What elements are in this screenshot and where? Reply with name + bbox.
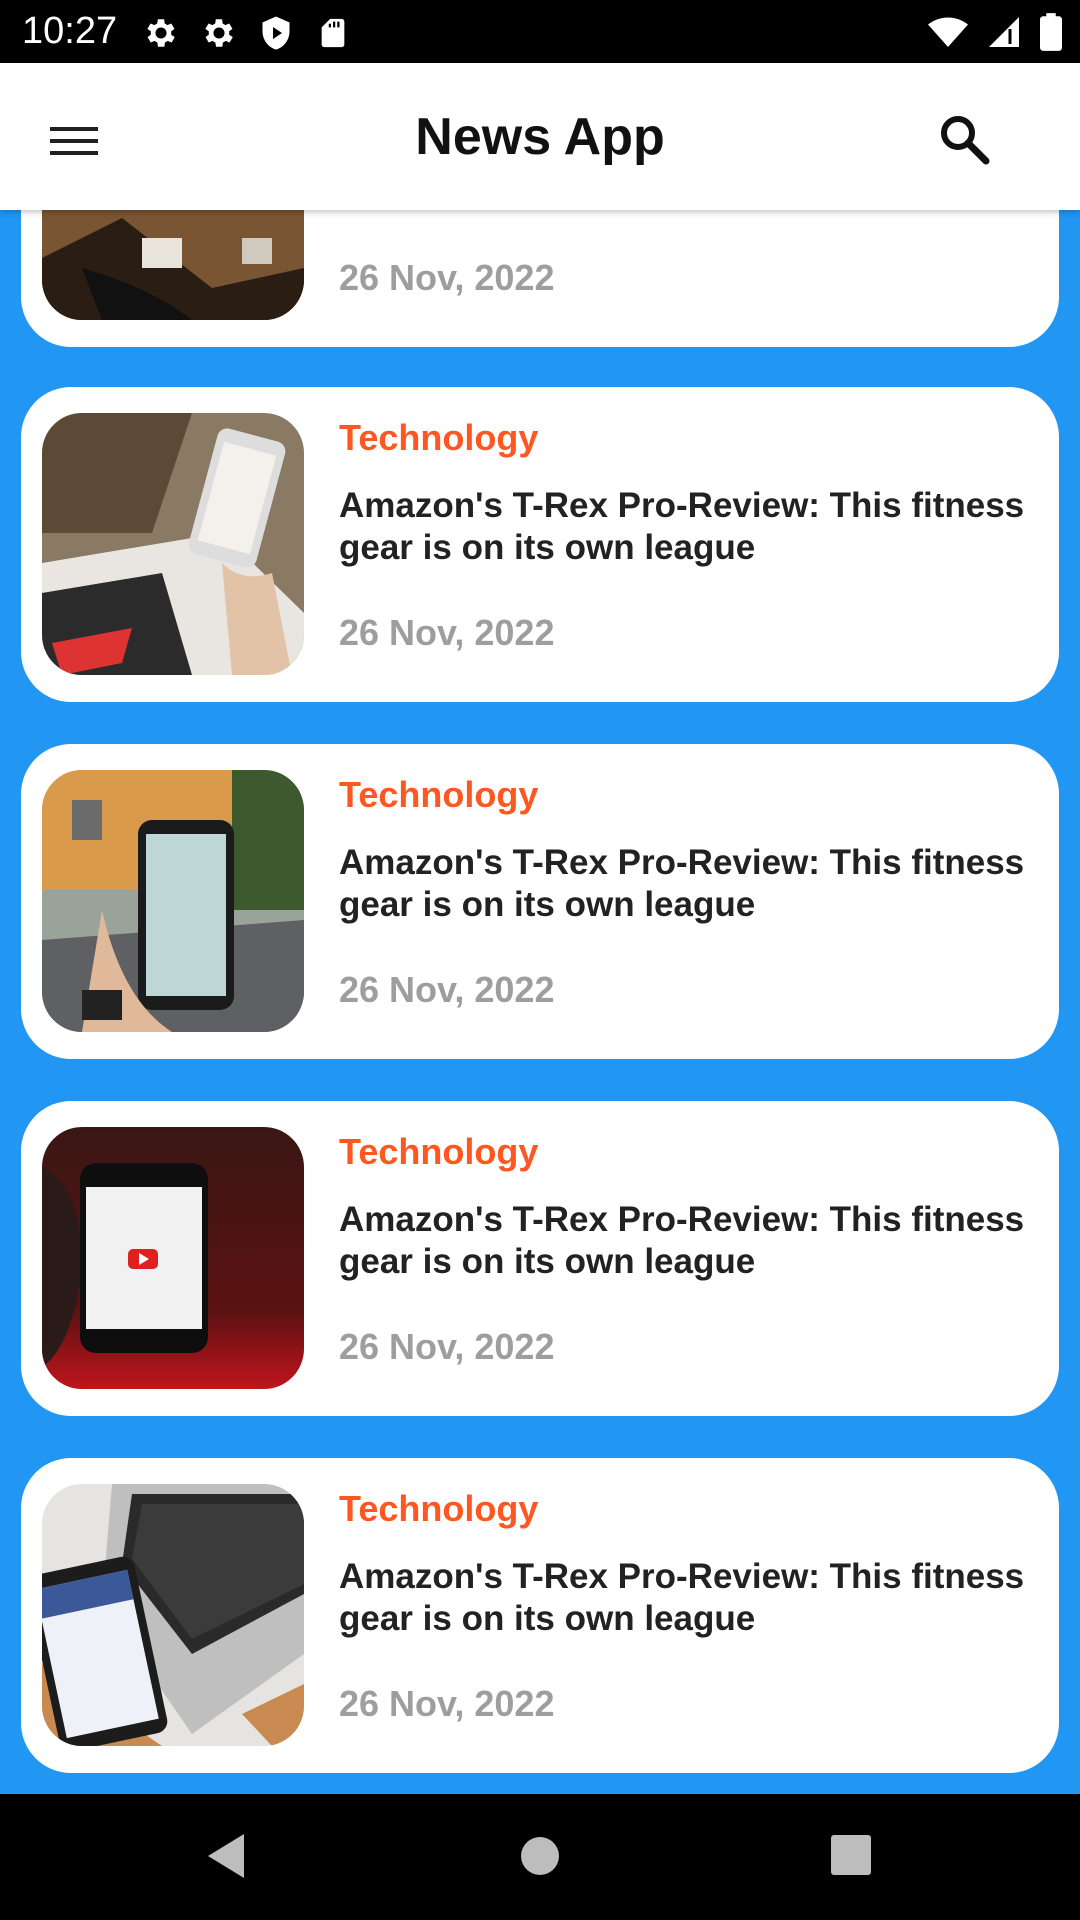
- gear-icon: [142, 14, 180, 50]
- battery-icon: [1040, 12, 1062, 57]
- article-date: 26 Nov, 2022: [339, 257, 555, 298]
- article-date: 26 Nov, 2022: [339, 612, 555, 653]
- article-title: Amazon's T-Rex Pro-Review: This fitness …: [339, 843, 1025, 924]
- recents-button[interactable]: [820, 1824, 884, 1888]
- sd-card-icon: [316, 14, 354, 50]
- article-thumbnail: [42, 413, 304, 675]
- article-card[interactable]: Technology Amazon's T-Rex Pro-Review: Th…: [21, 1101, 1059, 1416]
- article-date: 26 Nov, 2022: [339, 1683, 555, 1724]
- article-list[interactable]: 26 Nov, 2022 Technology Amazon's T-Rex P…: [0, 210, 1080, 1794]
- article-thumbnail: [42, 210, 304, 320]
- back-icon: [208, 1834, 244, 1878]
- article-title: Amazon's T-Rex Pro-Review: This fitness …: [339, 1557, 1025, 1638]
- article-title: Amazon's T-Rex Pro-Review: This fitness …: [339, 1200, 1025, 1281]
- article-title: Amazon's T-Rex Pro-Review: This fitness …: [339, 486, 1025, 567]
- article-card[interactable]: 26 Nov, 2022: [21, 210, 1059, 347]
- recents-icon: [831, 1835, 871, 1875]
- gear-icon: [200, 14, 238, 50]
- article-card[interactable]: Technology Amazon's T-Rex Pro-Review: Th…: [21, 744, 1059, 1059]
- article-thumbnail: [42, 770, 304, 1032]
- article-thumbnail: [42, 1484, 304, 1746]
- article-category: Technology: [339, 417, 539, 458]
- article-category: Technology: [339, 1131, 539, 1172]
- article-category: Technology: [339, 774, 539, 815]
- app-bar: News App: [0, 63, 1080, 210]
- search-icon: [941, 116, 990, 165]
- status-system-icons: [928, 12, 1062, 57]
- article-card[interactable]: Technology Amazon's T-Rex Pro-Review: Th…: [21, 1458, 1059, 1773]
- search-button[interactable]: [932, 107, 996, 171]
- home-button[interactable]: [508, 1824, 572, 1888]
- article-thumbnail: [42, 1127, 304, 1389]
- play-shield-icon: [258, 14, 296, 50]
- article-category: Technology: [339, 1488, 539, 1529]
- status-notification-icons: [142, 14, 354, 50]
- article-date: 26 Nov, 2022: [339, 1326, 555, 1367]
- status-bar: 10:27: [0, 0, 1080, 63]
- cell-signal-icon: [986, 12, 1022, 57]
- app-title: News App: [415, 108, 665, 166]
- system-nav-bar: [0, 1794, 1080, 1920]
- status-time: 10:27: [22, 10, 118, 52]
- home-icon: [521, 1837, 559, 1875]
- back-button[interactable]: [196, 1824, 260, 1888]
- article-date: 26 Nov, 2022: [339, 969, 555, 1010]
- article-card[interactable]: Technology Amazon's T-Rex Pro-Review: Th…: [21, 387, 1059, 702]
- wifi-icon: [928, 12, 968, 57]
